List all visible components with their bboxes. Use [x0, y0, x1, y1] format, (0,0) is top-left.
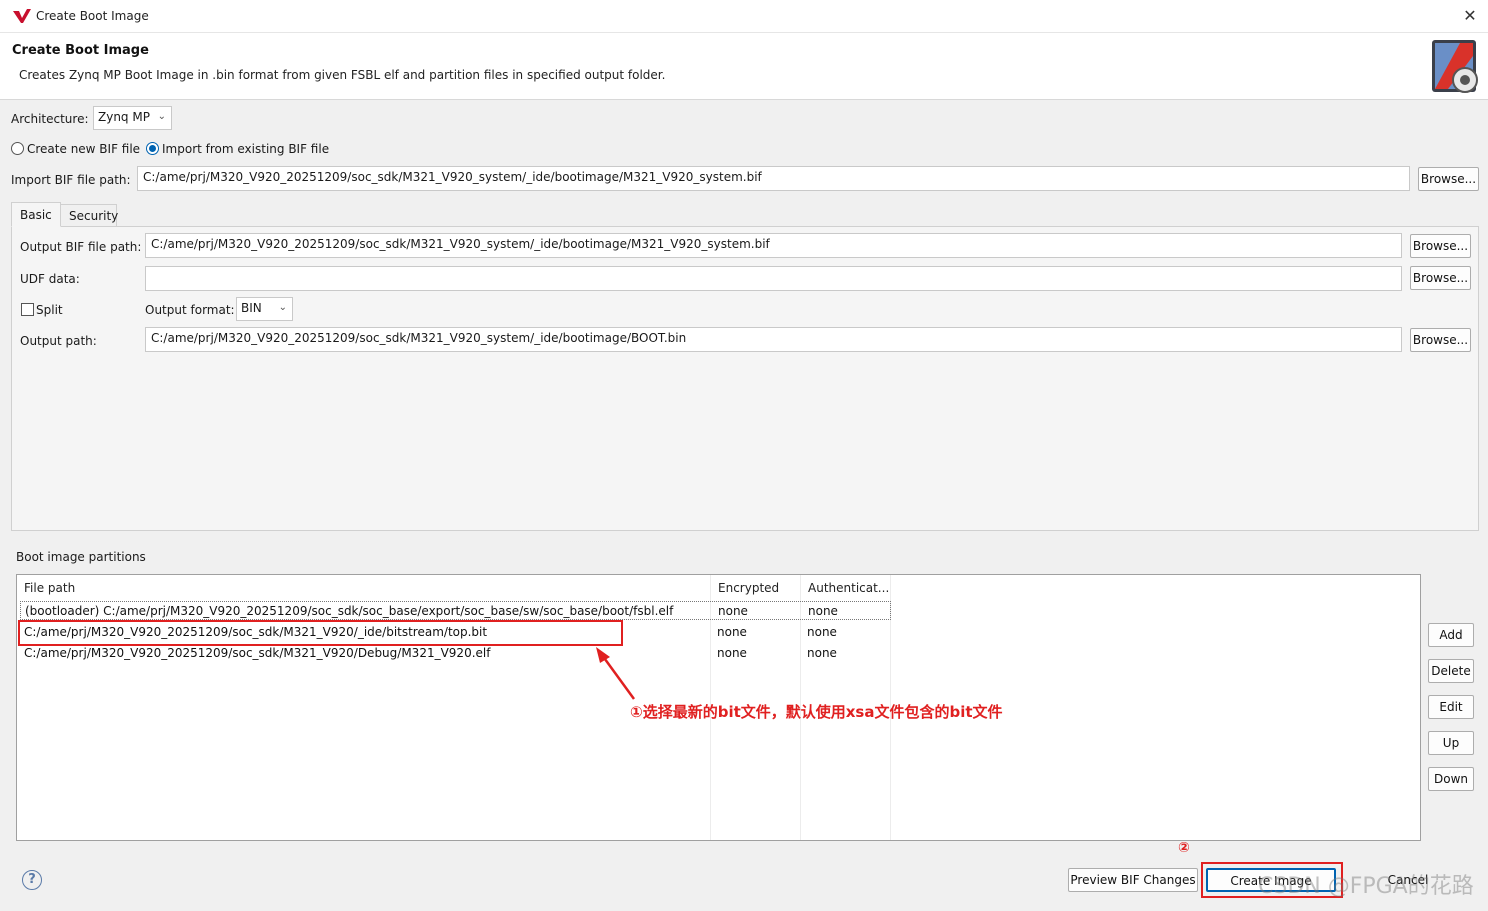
- import-bif-label: Import BIF file path:: [11, 173, 131, 187]
- down-partition-button[interactable]: Down: [1428, 767, 1474, 791]
- dialog-header: Create Boot Image Creates Zynq MP Boot I…: [0, 33, 1488, 100]
- annotation-note-2: ②: [1178, 840, 1190, 856]
- delete-partition-button[interactable]: Delete: [1428, 659, 1474, 683]
- output-bif-browse-button[interactable]: Browse...: [1410, 234, 1471, 258]
- udf-browse-button[interactable]: Browse...: [1410, 266, 1471, 290]
- chevron-down-icon: ⌄: [157, 111, 166, 122]
- edit-partition-button[interactable]: Edit: [1428, 695, 1474, 719]
- column-header-authenticated[interactable]: Authenticat...: [801, 575, 891, 600]
- architecture-label: Architecture:: [11, 112, 89, 126]
- tab-basic[interactable]: Basic: [11, 202, 61, 227]
- import-bif-path-field[interactable]: C:/ame/prj/M320_V920_20251209/soc_sdk/M3…: [137, 166, 1410, 191]
- radio-import-existing-bif-label: Import from existing BIF file: [162, 142, 330, 156]
- annotation-arrow-icon: [596, 647, 636, 700]
- column-header-file-path[interactable]: File path: [17, 575, 711, 600]
- radio-create-new-bif-label: Create new BIF file: [27, 142, 141, 156]
- vitis-logo-icon: [13, 9, 31, 23]
- tab-security[interactable]: Security: [60, 204, 118, 227]
- boot-image-gear-icon: [1432, 40, 1478, 93]
- row-file-path: C:/ame/prj/M320_V920_20251209/soc_sdk/M3…: [24, 646, 491, 660]
- output-path-label: Output path:: [20, 334, 97, 348]
- output-format-value: BIN: [241, 301, 262, 315]
- dialog-description: Creates Zynq MP Boot Image in .bin forma…: [19, 68, 666, 82]
- add-partition-button[interactable]: Add: [1428, 623, 1474, 647]
- radio-import-existing-bif[interactable]: [146, 142, 159, 155]
- udf-data-field[interactable]: [145, 266, 1402, 291]
- row-file-path: (bootloader) C:/ame/prj/M320_V920_202512…: [25, 604, 674, 618]
- column-header-encrypted[interactable]: Encrypted: [711, 575, 801, 600]
- architecture-value: Zynq MP: [98, 110, 150, 124]
- architecture-select[interactable]: Zynq MP ⌄: [93, 106, 172, 130]
- watermark-text: CSDN @FPGA的花路: [1258, 874, 1474, 899]
- output-format-label: Output format:: [145, 303, 235, 317]
- table-row[interactable]: C:/ame/prj/M320_V920_20251209/soc_sdk/M3…: [20, 644, 891, 663]
- output-bif-path-field[interactable]: C:/ame/prj/M320_V920_20251209/soc_sdk/M3…: [145, 233, 1402, 258]
- output-path-field[interactable]: C:/ame/prj/M320_V920_20251209/soc_sdk/M3…: [145, 327, 1402, 352]
- split-label: Split: [36, 303, 63, 317]
- output-bif-label: Output BIF file path:: [20, 240, 142, 254]
- dialog-title: Create Boot Image: [12, 43, 149, 58]
- window-titlebar: Create Boot Image ✕: [0, 0, 1488, 33]
- udf-data-label: UDF data:: [20, 272, 80, 286]
- partitions-section-label: Boot image partitions: [16, 550, 146, 564]
- preview-bif-changes-button[interactable]: Preview BIF Changes: [1068, 868, 1198, 892]
- row-encrypted: none: [717, 625, 747, 639]
- output-format-select[interactable]: BIN ⌄: [236, 297, 293, 321]
- row-encrypted: none: [718, 604, 748, 618]
- help-icon[interactable]: ?: [22, 870, 42, 890]
- split-checkbox[interactable]: [21, 303, 34, 316]
- radio-create-new-bif[interactable]: [11, 142, 24, 155]
- window-title: Create Boot Image: [36, 9, 149, 23]
- chevron-down-icon: ⌄: [278, 302, 287, 313]
- output-path-browse-button[interactable]: Browse...: [1410, 328, 1471, 352]
- close-icon[interactable]: ✕: [1460, 6, 1480, 26]
- row-authenticated: none: [807, 625, 837, 639]
- row-authenticated: none: [808, 604, 838, 618]
- import-bif-browse-button[interactable]: Browse...: [1418, 167, 1479, 191]
- row-authenticated: none: [807, 646, 837, 660]
- annotation-note-1: ①选择最新的bit文件，默认使用xsa文件包含的bit文件: [630, 703, 1003, 721]
- table-row[interactable]: (bootloader) C:/ame/prj/M320_V920_202512…: [20, 601, 891, 620]
- annotation-highlight-box: [18, 620, 623, 646]
- up-partition-button[interactable]: Up: [1428, 731, 1474, 755]
- row-encrypted: none: [717, 646, 747, 660]
